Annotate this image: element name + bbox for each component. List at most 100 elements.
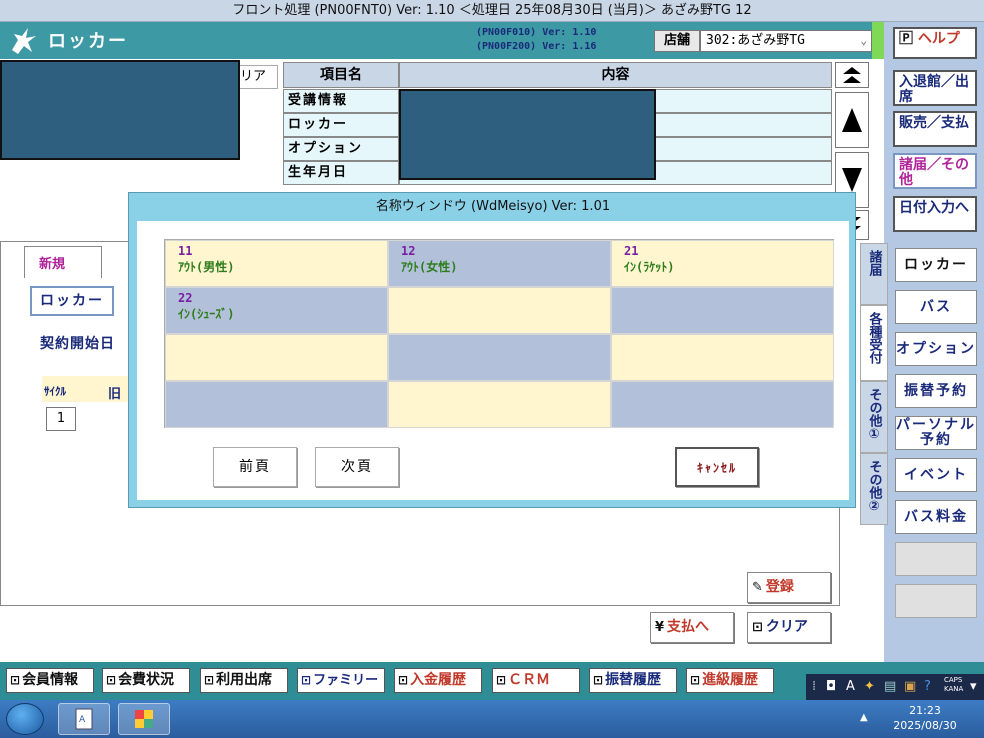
options-icon[interactable]: ▾ bbox=[970, 679, 977, 694]
scroll-up-icon[interactable] bbox=[835, 92, 869, 148]
fbtn-label: ファミリー bbox=[313, 673, 379, 688]
app-icon bbox=[135, 710, 153, 728]
grid-header-item: 項目名 bbox=[283, 62, 399, 88]
ime-dict-icon[interactable]: ▤ bbox=[884, 679, 896, 694]
name-cell[interactable] bbox=[611, 381, 834, 428]
clock-time: 21:23 bbox=[909, 704, 941, 717]
pay-button[interactable]: ¥ 支払へ bbox=[650, 612, 734, 643]
payment-history-button[interactable]: ⊡ 入金履歴 bbox=[394, 668, 482, 693]
caps-indicator: CAPS KANA bbox=[944, 676, 963, 694]
name-cell[interactable]: 12 ｱｳﾄ(女性) bbox=[388, 240, 611, 287]
pay-label: 支払へ bbox=[667, 619, 710, 635]
next-page-button[interactable]: 次頁 bbox=[315, 447, 399, 487]
register-button[interactable]: ✎ 登録 bbox=[747, 572, 831, 603]
entry-exit-button[interactable]: 入退館／出席 bbox=[893, 70, 977, 106]
sub-button-personal[interactable]: パーソナル予約 bbox=[895, 416, 977, 450]
name-cell[interactable] bbox=[611, 287, 834, 334]
name-cell[interactable] bbox=[388, 334, 611, 381]
fee-status-button[interactable]: ⊡ 会費状況 bbox=[102, 668, 190, 693]
tab-notices[interactable]: 諸届 bbox=[860, 243, 888, 305]
store-select[interactable]: 302:あざみ野TG ⌄ bbox=[700, 30, 872, 52]
cell-name: ｱｳﾄ(男性) bbox=[178, 260, 235, 274]
family-button[interactable]: ⊡ ファミリー bbox=[297, 668, 385, 693]
date-input-button[interactable]: 日付入力へ bbox=[893, 196, 977, 232]
name-cell[interactable]: 11 ｱｳﾄ(男性) bbox=[165, 240, 388, 287]
taskbar: A ▲ bbox=[0, 700, 984, 738]
help-label: ヘルプ bbox=[917, 31, 960, 47]
start-button[interactable] bbox=[6, 703, 44, 735]
cycle-value-field[interactable]: 1 bbox=[46, 407, 76, 431]
tab-other-2[interactable]: その他② bbox=[860, 453, 888, 525]
name-cell[interactable] bbox=[388, 287, 611, 334]
crm-button[interactable]: ⊡ ＣＲＭ bbox=[492, 668, 580, 693]
taskbar-app-front[interactable] bbox=[118, 703, 170, 735]
taskbar-app-document[interactable]: A bbox=[58, 703, 110, 735]
ime-tool-icon[interactable]: ✦ bbox=[864, 679, 875, 694]
cell-name: ｱｳﾄ(女性) bbox=[401, 260, 458, 274]
store-select-value: 302:あざみ野TG bbox=[706, 33, 805, 48]
redacted-block bbox=[399, 89, 656, 180]
prev-page-button[interactable]: 前頁 bbox=[213, 447, 297, 487]
status-strip bbox=[872, 22, 884, 59]
cell-code: 12 bbox=[401, 244, 416, 258]
sales-payment-button[interactable]: 販売／支払 bbox=[893, 111, 977, 147]
name-cell[interactable] bbox=[165, 334, 388, 381]
fbtn-label: 会員情報 bbox=[22, 672, 79, 688]
cell-code: 11 bbox=[178, 244, 193, 258]
locker-button[interactable]: ロッカー bbox=[30, 286, 114, 316]
ime-help-icon[interactable]: ? bbox=[924, 679, 931, 694]
tab-new[interactable]: 新規 bbox=[24, 246, 102, 278]
attendance-button[interactable]: ⊡ 利用出席 bbox=[200, 668, 288, 693]
sub-button-locker[interactable]: ロッカー bbox=[895, 248, 977, 282]
ime-input-icon[interactable]: A bbox=[846, 679, 855, 694]
tab-other-1[interactable]: その他① bbox=[860, 381, 888, 453]
name-window-dialog: 名称ウィンドウ (WdMeisyo) Ver: 1.01 11 ｱｳﾄ(男性) … bbox=[128, 192, 856, 508]
window-icon: ⊡ bbox=[496, 673, 507, 687]
ime-mode-icon[interactable]: ◘ bbox=[826, 679, 836, 694]
cancel-button[interactable]: ｷｬﾝｾﾙ bbox=[675, 447, 759, 487]
store-label: 店舗 bbox=[654, 30, 700, 52]
sub-button-event[interactable]: イベント bbox=[895, 458, 977, 492]
contract-start-label: 契約開始日 bbox=[40, 336, 115, 352]
promotion-history-button[interactable]: ⊡ 進級履歴 bbox=[686, 668, 774, 693]
help-icon: 🄿 bbox=[899, 31, 913, 47]
sub-button-option[interactable]: オプション bbox=[895, 332, 977, 366]
app-header: ロッカー (PN00F010) Ver: 1.10 (PN00F200) Ver… bbox=[0, 22, 872, 59]
cell-code: 21 bbox=[624, 244, 639, 258]
notice-other-button[interactable]: 諸届／その他 bbox=[893, 153, 977, 189]
version-line-2: (PN00F200) Ver: 1.16 bbox=[476, 41, 597, 52]
name-cell[interactable] bbox=[165, 381, 388, 428]
sub-button-empty-2[interactable] bbox=[895, 584, 977, 618]
document-icon: A bbox=[75, 708, 93, 730]
name-cell[interactable] bbox=[611, 334, 834, 381]
transfer-history-button[interactable]: ⊡ 振替履歴 bbox=[589, 668, 677, 693]
svg-text:A: A bbox=[79, 715, 86, 725]
name-cell[interactable] bbox=[388, 381, 611, 428]
sub-button-empty-1[interactable] bbox=[895, 542, 977, 576]
sub-button-transfer[interactable]: 振替予約 bbox=[895, 374, 977, 408]
cell-name: ｲﾝ(ｼｭｰｽﾞ) bbox=[178, 307, 235, 321]
chevron-down-icon[interactable]: ⌄ bbox=[860, 31, 867, 51]
fbtn-label: 進級履歴 bbox=[702, 672, 759, 688]
redacted-block bbox=[0, 60, 240, 160]
member-info-button[interactable]: ⊡ 会員情報 bbox=[6, 668, 94, 693]
sub-button-bath[interactable]: バス bbox=[895, 290, 977, 324]
ime-pad-icon[interactable]: ▣ bbox=[904, 679, 916, 694]
system-tray: ⁞ ◘ A ✦ ▤ ▣ ? CAPS KANA ▾ bbox=[806, 674, 984, 700]
name-cell[interactable]: 21 ｲﾝ(ﾗｹｯﾄ) bbox=[611, 240, 834, 287]
name-cell[interactable]: 22 ｲﾝ(ｼｭｰｽﾞ) bbox=[165, 287, 388, 334]
tray-expand-icon[interactable]: ▲ bbox=[860, 712, 868, 723]
grid-header-content: 内容 bbox=[399, 62, 832, 88]
version-line-1: (PN00F010) Ver: 1.10 bbox=[476, 27, 597, 38]
right-menu: 🄿 ヘルプ 入退館／出席 販売／支払 諸届／その他 日付入力へ ロッカー バス … bbox=[884, 22, 984, 662]
tab-receptions[interactable]: 各種受付 bbox=[860, 305, 888, 381]
scroll-top-icon[interactable] bbox=[835, 62, 869, 88]
sub-button-bath-fee[interactable]: バス料金 bbox=[895, 500, 977, 534]
fbtn-label: 会費状況 bbox=[118, 672, 175, 688]
window-icon: ⊡ bbox=[106, 673, 117, 687]
window-icon: ⊡ bbox=[204, 673, 215, 687]
clear-button[interactable]: ⊡ クリア bbox=[747, 612, 831, 643]
window-title: フロント処理 (PN00FNT0) Ver: 1.10 ＜処理日 25年08月3… bbox=[0, 0, 984, 22]
help-button[interactable]: 🄿 ヘルプ bbox=[893, 27, 977, 59]
clock[interactable]: 21:23 2025/08/30 bbox=[880, 703, 970, 733]
